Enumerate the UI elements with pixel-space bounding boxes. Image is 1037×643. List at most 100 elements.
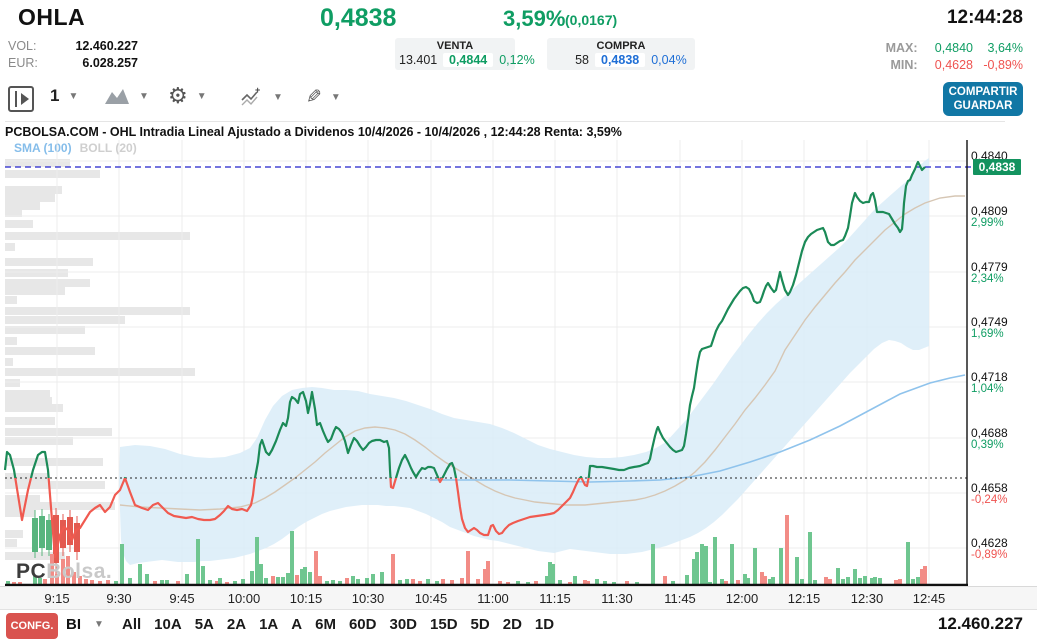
config-button[interactable]: CONFG.: [6, 613, 58, 639]
volume-bar: [201, 566, 205, 584]
x-axis-time-label: 12:30: [851, 591, 884, 606]
volume-bar: [486, 561, 490, 584]
range-button-a[interactable]: A: [291, 616, 302, 633]
volume-bar: [286, 573, 290, 584]
chevron-down-icon[interactable]: ▼: [273, 92, 283, 103]
chart-type-selector[interactable]: ▼: [104, 86, 149, 106]
share-label: COMPARTIR: [949, 85, 1018, 99]
volume-bar: [612, 582, 616, 584]
y-axis-percent-label: -0,89%: [971, 549, 1007, 561]
max-price: 0,4840: [921, 40, 973, 57]
volume-bar: [841, 579, 845, 584]
volume-bar: [138, 564, 142, 584]
range-button-5d[interactable]: 5D: [471, 616, 490, 633]
volume-bar: [846, 577, 850, 584]
candle-body: [46, 520, 52, 550]
volume-profile-bar: [5, 159, 70, 167]
range-button-2a[interactable]: 2A: [227, 616, 246, 633]
volume-bar: [800, 579, 804, 584]
volume-bar: [176, 581, 180, 584]
settings-menu[interactable]: ⚙▼: [168, 86, 207, 106]
volume-bar: [911, 579, 915, 584]
volume-bar: [145, 574, 149, 584]
volume-profile-bar: [5, 539, 17, 547]
add-indicator-icon: +: [240, 86, 264, 108]
range-button-all[interactable]: All: [122, 616, 141, 633]
panel-toggle-button[interactable]: [8, 86, 34, 112]
volume-bar: [923, 566, 927, 584]
range-button-10a[interactable]: 10A: [154, 616, 182, 633]
x-axis-time-label: 12:00: [726, 591, 759, 606]
chevron-down-icon[interactable]: ▼: [139, 91, 149, 102]
range-button-6m[interactable]: 6M: [315, 616, 336, 633]
range-button-2d[interactable]: 2D: [503, 616, 522, 633]
y-axis-price-label: 0,4628: [971, 537, 1008, 549]
y-axis-price-label: 0,4749: [971, 316, 1008, 328]
indicators-menu[interactable]: + ▼: [240, 86, 283, 108]
volume-bar: [603, 581, 607, 584]
chevron-down-icon[interactable]: ▼: [94, 619, 104, 630]
ask-percent: 0,12%: [499, 53, 534, 67]
volume-bar: [526, 582, 530, 584]
x-axis: 9:159:309:4510:0010:1510:3010:4511:0011:…: [0, 586, 1037, 610]
interval-selector[interactable]: 1▼: [50, 86, 78, 106]
max-label: MAX:: [886, 40, 918, 57]
volume-bar: [828, 579, 832, 584]
volume-bar: [208, 580, 212, 584]
drawing-tools-menu[interactable]: ✎▼: [306, 86, 341, 109]
range-button-1d[interactable]: 1D: [535, 616, 554, 633]
range-button-1a[interactable]: 1A: [259, 616, 278, 633]
volume-bar: [635, 582, 639, 584]
x-axis-time-label: 10:45: [415, 591, 448, 606]
volume-bar: [435, 581, 439, 584]
volume-bar: [720, 579, 724, 584]
x-axis-time-label: 11:45: [664, 591, 696, 606]
volume-bar: [724, 581, 728, 584]
range-button-60d[interactable]: 60D: [349, 616, 377, 633]
volume-bar: [351, 576, 355, 584]
chevron-down-icon[interactable]: ▼: [68, 91, 78, 102]
volume-profile-bar: [5, 530, 23, 538]
max-row: MAX: 0,48403,64%: [886, 40, 1023, 57]
volume-bar: [356, 579, 360, 584]
share-save-button[interactable]: COMPARTIR GUARDAR: [943, 82, 1023, 116]
volume-bar: [746, 578, 750, 584]
volume-bar: [476, 579, 480, 584]
volume-profile-bar: [5, 279, 90, 287]
volume-bar: [276, 577, 280, 584]
change-absolute: (0,0167): [565, 12, 617, 28]
volume-bar: [308, 572, 312, 584]
ask-header: VENTA: [399, 40, 511, 52]
volume-profile-bar: [5, 220, 33, 228]
chevron-down-icon[interactable]: ▼: [331, 92, 341, 103]
mountain-chart-icon: [104, 86, 130, 106]
volume-bar: [878, 578, 882, 584]
volume-bar: [218, 578, 222, 584]
chevron-down-icon[interactable]: ▼: [197, 91, 207, 102]
volume-profile-bar: [5, 337, 17, 345]
volume-bar: [264, 578, 268, 584]
volume-bar: [460, 578, 464, 584]
gear-icon: ⚙: [168, 86, 188, 106]
volume-profile-bar: [5, 243, 15, 251]
range-button-5a[interactable]: 5A: [195, 616, 214, 633]
range-button-30d[interactable]: 30D: [389, 616, 417, 633]
volume-bar: [398, 580, 402, 584]
volume-bar: [295, 575, 299, 584]
volume-bar: [534, 581, 538, 584]
ask-quantity: 13.401: [399, 53, 437, 67]
volume-bar: [233, 581, 237, 584]
volume-bar: [824, 577, 828, 584]
index-selector[interactable]: BI: [66, 616, 81, 633]
bid-quantity: 58: [551, 53, 589, 67]
volume-bar: [753, 548, 757, 584]
range-button-15d[interactable]: 15D: [430, 616, 458, 633]
y-axis-price-label: 0,4688: [971, 427, 1008, 439]
price-chart-canvas[interactable]: [0, 140, 1037, 586]
save-label: GUARDAR: [954, 99, 1013, 113]
volume-bar: [704, 546, 708, 584]
volume-bar: [418, 581, 422, 584]
volume-bar: [380, 572, 384, 584]
volume-bar: [290, 531, 294, 584]
volume-bar: [779, 548, 783, 584]
